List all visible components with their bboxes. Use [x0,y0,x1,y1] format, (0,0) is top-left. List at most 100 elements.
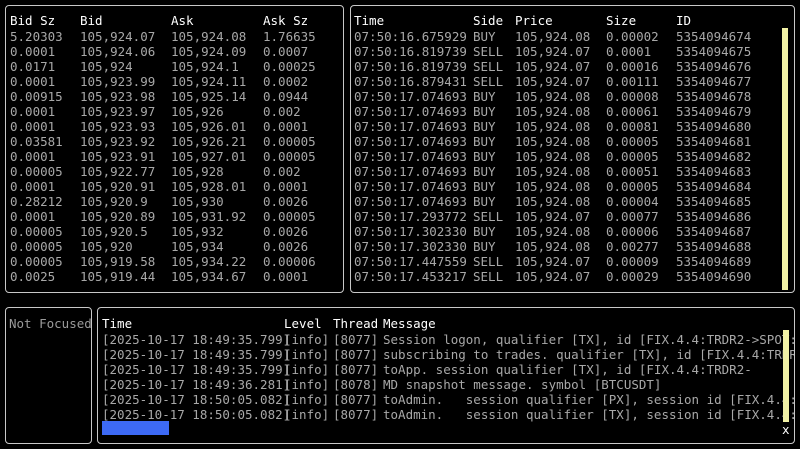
trades-panel[interactable]: Time Side Price Size ID 07:50:16.675929 B… [350,5,795,293]
trades-scrollbar[interactable] [782,28,788,290]
log-panel[interactable]: Time Level Thread Message [2025-10-17 18… [97,307,795,444]
log-time-cell: [2025-10-17 18:49:36.281] [102,377,291,392]
trade-price-cell: 105,924.08 [515,224,591,239]
orderbook-row[interactable]: 0.00005 105,920 105,934 0.0026 [6,239,343,254]
log-row[interactable]: [2025-10-17 18:49:35.799] [info] [8077] Ses… [98,332,794,347]
log-row[interactable]: [2025-10-17 18:50:05.082] [info] [8077] toA… [98,392,794,407]
orderbook-panel[interactable]: Bid Sz Bid Ask Ask Sz 5.20303 105,924.07 1… [5,5,344,293]
trades-header-id: ID [676,13,692,28]
log-message-cell: toAdmin. session qualifier [TX], session… [383,407,795,422]
trade-id-cell: 5354094690 [676,269,752,284]
bid-size-cell: 0.00005 [10,224,63,239]
log-message-cell: MD snapshot message. symbol [BTCUSDT] [383,377,662,392]
trade-price-cell: 105,924.08 [515,134,591,149]
trade-row[interactable]: 07:50:17.302330 BUY 105,924.08 0.00277 53540… [351,239,794,254]
trade-row[interactable]: 07:50:17.074693 BUY 105,924.08 0.00008 53540… [351,89,794,104]
bid-price-cell: 105,924.06 [80,44,156,59]
log-level-cell: [info] [284,347,330,362]
bid-size-cell: 0.00915 [10,89,63,104]
orderbook-row[interactable]: 0.0001 105,923.97 105,926 0.002 [6,104,343,119]
trade-time-cell: 07:50:17.447559 [354,254,467,269]
ask-size-cell: 0.00006 [263,254,316,269]
bid-size-cell: 0.00005 [10,239,63,254]
trade-time-cell: 07:50:16.879431 [354,74,467,89]
log-row[interactable]: [2025-10-17 18:49:36.281] [info] [8078] MD … [98,377,794,392]
trade-row[interactable]: 07:50:17.074693 BUY 105,924.08 0.00004 53540… [351,194,794,209]
log-level-cell: [info] [284,362,330,377]
trade-row[interactable]: 07:50:16.879431 SELL 105,924.07 0.00111 5354… [351,74,794,89]
trade-time-cell: 07:50:16.675929 [354,29,467,44]
trade-side-cell: BUY [473,89,496,104]
orderbook-row[interactable]: 0.0171 105,924 105,924.1 0.00025 [6,59,343,74]
trades-header-time: Time [354,13,385,28]
orderbook-row[interactable]: 0.0001 105,920.89 105,931.92 0.00005 [6,209,343,224]
trade-row[interactable]: 07:50:17.453217 SELL 105,924.07 0.00029 5354… [351,269,794,284]
trade-side-cell: SELL [473,254,504,269]
ask-size-cell: 0.0026 [263,224,309,239]
orderbook-row[interactable]: 0.00005 105,922.77 105,928 0.002 [6,164,343,179]
orderbook-row[interactable]: 0.0001 105,924.06 105,924.09 0.0007 [6,44,343,59]
trade-row[interactable]: 07:50:17.302330 BUY 105,924.08 0.00006 53540… [351,224,794,239]
orderbook-row[interactable]: 0.0001 105,923.91 105,927.01 0.00005 [6,149,343,164]
ask-price-cell: 105,924.09 [171,44,247,59]
trade-row[interactable]: 07:50:16.819739 SELL 105,924.07 0.0001 53540… [351,44,794,59]
ask-size-cell: 0.0026 [263,239,309,254]
trade-size-cell: 0.00004 [606,194,659,209]
trades-header-side: Side [473,13,504,28]
trade-id-cell: 5354094677 [676,74,752,89]
trade-row[interactable]: 07:50:16.819739 SELL 105,924.07 0.00016 5354… [351,59,794,74]
ask-price-cell: 105,934.67 [171,269,247,284]
ask-price-cell: 105,926.01 [171,119,247,134]
orderbook-row[interactable]: 0.0001 105,920.91 105,928.01 0.0001 [6,179,343,194]
focus-status-panel[interactable]: Not Focused [5,307,92,444]
trade-side-cell: SELL [473,44,504,59]
log-row[interactable]: [2025-10-17 18:49:35.799] [info] [8077] toA… [98,362,794,377]
ask-size-cell: 0.0026 [263,194,309,209]
orderbook-row[interactable]: 0.28212 105,920.9 105,930 0.0026 [6,194,343,209]
trade-side-cell: BUY [473,224,496,239]
trade-side-cell: BUY [473,164,496,179]
trade-row[interactable]: 07:50:17.074693 BUY 105,924.08 0.00005 53540… [351,149,794,164]
log-row[interactable]: [2025-10-17 18:49:35.799] [info] [8077] sub… [98,347,794,362]
orderbook-row[interactable]: 0.0001 105,923.99 105,924.11 0.0002 [6,74,343,89]
trade-row[interactable]: 07:50:17.293772 SELL 105,924.07 0.00077 5354… [351,209,794,224]
orderbook-row[interactable]: 0.00005 105,920.5 105,932 0.0026 [6,224,343,239]
orderbook-row[interactable]: 0.03581 105,923.92 105,926.21 0.00005 [6,134,343,149]
orderbook-row[interactable]: 0.0025 105,919.44 105,934.67 0.0001 [6,269,343,284]
trade-price-cell: 105,924.08 [515,89,591,104]
trades-header-size: Size [606,13,637,28]
log-input-cursor[interactable] [102,421,169,435]
trade-row[interactable]: 07:50:17.074693 BUY 105,924.08 0.00005 53540… [351,179,794,194]
bid-price-cell: 105,920 [80,239,133,254]
log-header-message: Message [383,316,436,331]
trade-price-cell: 105,924.08 [515,149,591,164]
trade-time-cell: 07:50:16.819739 [354,59,467,74]
ask-price-cell: 105,924.1 [171,59,239,74]
bid-size-cell: 0.00005 [10,254,63,269]
trade-price-cell: 105,924.08 [515,239,591,254]
bid-size-cell: 0.0171 [10,59,56,74]
log-level-cell: [info] [284,392,330,407]
trade-row[interactable]: 07:50:16.675929 BUY 105,924.08 0.00002 53540… [351,29,794,44]
trade-side-cell: BUY [473,179,496,194]
bid-price-cell: 105,920.91 [80,179,156,194]
trade-row[interactable]: 07:50:17.447559 SELL 105,924.07 0.00009 5354… [351,254,794,269]
trade-row[interactable]: 07:50:17.074693 BUY 105,924.08 0.00051 53540… [351,164,794,179]
orderbook-row[interactable]: 0.00005 105,919.58 105,934.22 0.00006 [6,254,343,269]
log-header-level: Level [284,316,322,331]
orderbook-row[interactable]: 5.20303 105,924.07 105,924.08 1.76635 [6,29,343,44]
trade-size-cell: 0.00029 [606,269,659,284]
log-close-button[interactable]: x [782,422,790,437]
trade-price-cell: 105,924.08 [515,164,591,179]
trade-time-cell: 07:50:17.074693 [354,164,467,179]
bid-size-cell: 0.00005 [10,164,63,179]
log-row[interactable]: [2025-10-17 18:50:05.082] [info] [8077] toA… [98,407,794,422]
bid-price-cell: 105,924.07 [80,29,156,44]
trade-row[interactable]: 07:50:17.074693 BUY 105,924.08 0.00081 53540… [351,119,794,134]
orderbook-row[interactable]: 0.0001 105,923.93 105,926.01 0.0001 [6,119,343,134]
trade-row[interactable]: 07:50:17.074693 BUY 105,924.08 0.00005 53540… [351,134,794,149]
orderbook-row[interactable]: 0.00915 105,923.98 105,925.14 0.0944 [6,89,343,104]
log-time-cell: [2025-10-17 18:50:05.082] [102,407,291,422]
trade-row[interactable]: 07:50:17.074693 BUY 105,924.08 0.00061 53540… [351,104,794,119]
log-scrollbar[interactable] [783,330,789,422]
